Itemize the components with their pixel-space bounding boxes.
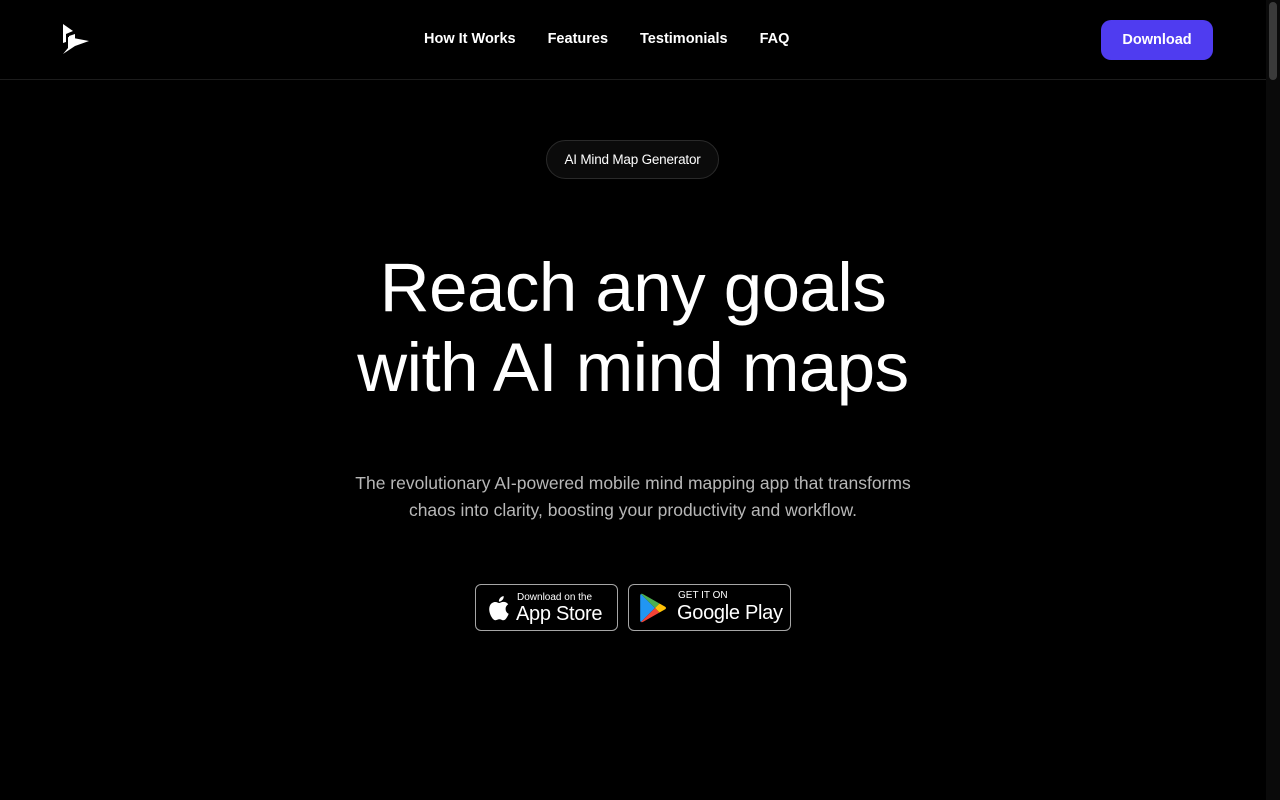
scrollbar-thumb[interactable] [1269, 2, 1277, 80]
subtext-line-1: The revolutionary AI-powered mobile mind… [355, 473, 911, 493]
logo-icon[interactable] [61, 24, 91, 54]
hero-badge: AI Mind Map Generator [546, 140, 719, 179]
app-store-button[interactable]: Download on the App Store [475, 584, 618, 631]
app-store-big-text: App Store [516, 603, 603, 625]
nav-features[interactable]: Features [548, 31, 608, 47]
nav-how-it-works[interactable]: How It Works [424, 31, 516, 47]
hero-subtext: The revolutionary AI-powered mobile mind… [0, 470, 1266, 524]
subtext-line-2: chaos into clarity, boosting your produc… [408, 500, 858, 520]
apple-icon [489, 596, 509, 621]
main-nav: How It Works Features Testimonials FAQ [424, 31, 821, 47]
google-play-big-text: Google Play [677, 602, 783, 624]
google-play-icon [640, 593, 666, 623]
site-header: How It Works Features Testimonials FAQ D… [0, 0, 1266, 80]
google-play-small-text: GET IT ON [678, 590, 728, 601]
headline-line-1: Reach any goals [379, 249, 887, 326]
nav-faq[interactable]: FAQ [760, 31, 790, 47]
nav-testimonials[interactable]: Testimonials [640, 31, 728, 47]
hero-headline: Reach any goals with AI mind maps [0, 248, 1266, 408]
app-store-small-text: Download on the [517, 592, 593, 603]
scrollbar[interactable] [1266, 0, 1280, 800]
google-play-button[interactable]: GET IT ON Google Play [628, 584, 791, 631]
headline-line-2: with AI mind maps [357, 329, 909, 406]
download-button[interactable]: Download [1101, 20, 1213, 60]
